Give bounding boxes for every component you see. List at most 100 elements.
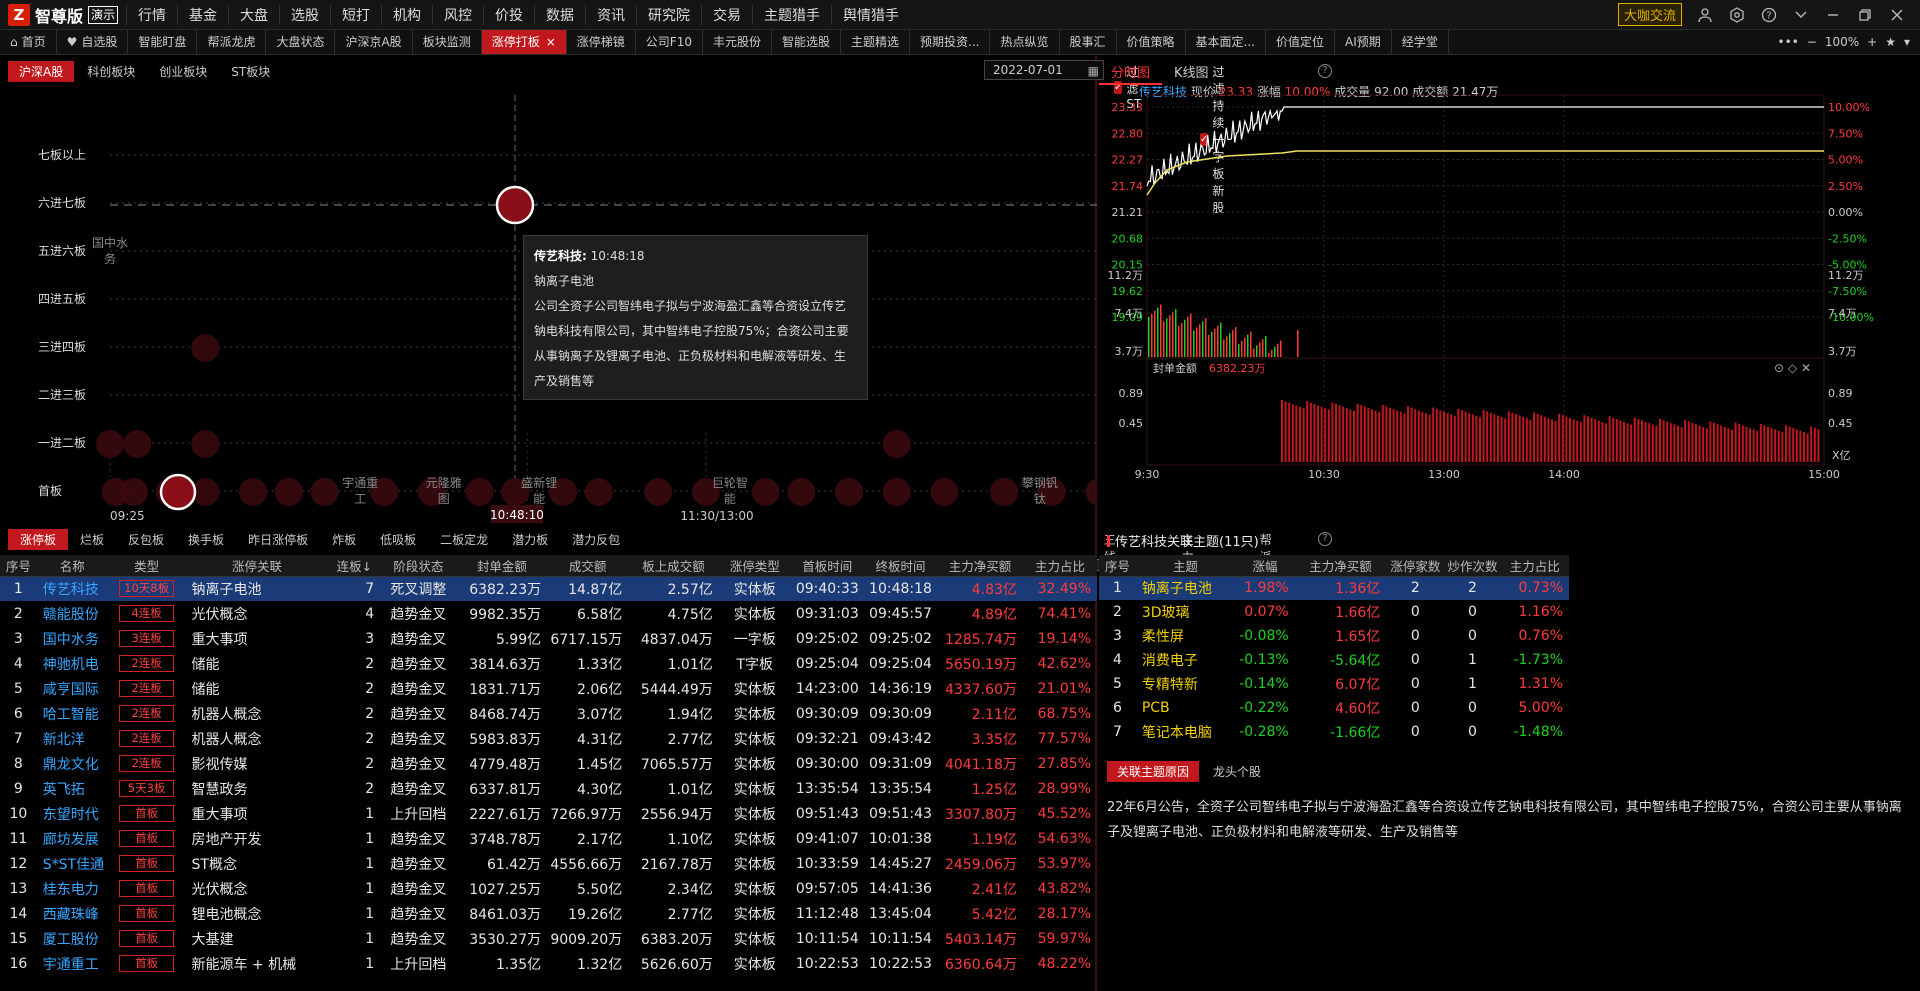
menu-item-4[interactable]: 短打: [330, 4, 381, 25]
theme-column-header[interactable]: 炒作次数: [1444, 555, 1501, 577]
tab-12[interactable]: 主题精选: [841, 30, 911, 54]
stock-bubble[interactable]: [751, 478, 780, 506]
stock-bubble[interactable]: [274, 478, 303, 506]
stock-bubble[interactable]: [465, 478, 494, 506]
table-row[interactable]: 13 桂东电力 首板 光伏概念 1 趋势金叉 1027.25万 5.50亿 2.34亿 实体板 09…: [0, 876, 1097, 901]
panel-tools[interactable]: ⊙ ◇ ✕: [1774, 361, 1811, 375]
menu-item-1[interactable]: 基金: [177, 4, 228, 25]
board-tab-0[interactable]: 涨停板: [8, 529, 69, 550]
stock-name[interactable]: S*ST佳通: [37, 851, 108, 876]
tab-14[interactable]: 热点纵览: [990, 30, 1060, 54]
table-row[interactable]: 14 西藏珠峰 首板 锂电池概念 1 趋势金叉 8461.03万 19.26亿 2.77亿 实体板…: [0, 901, 1097, 926]
tab-4[interactable]: 大盘状态: [266, 30, 336, 54]
theme-cell-1[interactable]: 笔记本电脑: [1136, 720, 1235, 744]
table-row[interactable]: 1 传艺科技 10天8板 钠离子电池 7 死叉调整 6382.23万 14.87亿 2.57亿实…: [0, 576, 1097, 601]
tab-8[interactable]: 涨停梯镜: [567, 30, 636, 54]
table-row[interactable]: 10 东望时代 首板 重大事项 1 上升回档 2227.61万 7266.97万 2556.94…: [0, 801, 1097, 826]
subtab-0[interactable]: 沪深A股: [8, 61, 75, 82]
stock-bubble[interactable]: [191, 430, 220, 458]
tab-19[interactable]: AI预期: [1335, 30, 1392, 54]
menu-item-13[interactable]: 舆情猎手: [831, 4, 910, 25]
stock-bubble[interactable]: [644, 478, 673, 506]
table-row[interactable]: 4 神驰机电 2连板 储能 2 趋势金叉 3814.63万 1.33亿 1.01亿 T字板 09:2…: [0, 651, 1097, 676]
column-header[interactable]: 涨停关联: [185, 555, 329, 577]
stock-name[interactable]: 鼎龙文化: [37, 751, 108, 776]
theme-row[interactable]: 4 消费电子 -0.13% -5.64亿 0 1 -1.73%: [1099, 648, 1569, 672]
board-tab-4[interactable]: 昨日涨停板: [236, 529, 320, 550]
menu-item-11[interactable]: 交易: [701, 4, 752, 25]
tab-6[interactable]: 板块监测: [413, 30, 482, 54]
stock-name[interactable]: 国中水务: [37, 626, 108, 651]
stock-name[interactable]: 东望时代: [37, 801, 108, 826]
star-icon[interactable]: ★: [1885, 35, 1896, 49]
tab-11[interactable]: 智能选股: [772, 30, 842, 54]
menu-item-0[interactable]: 行情: [126, 4, 177, 25]
stock-bubble[interactable]: [123, 430, 152, 458]
restore-icon[interactable]: [1856, 6, 1874, 24]
stock-bubble[interactable]: [787, 478, 816, 506]
subtab-1[interactable]: 科创板块: [76, 61, 146, 82]
column-header[interactable]: 终板时间: [863, 555, 938, 577]
theme-column-header[interactable]: 涨幅: [1235, 555, 1295, 577]
theme-column-header[interactable]: 主题: [1135, 555, 1236, 577]
zoom-in-icon[interactable]: +: [1867, 35, 1877, 49]
tab-5[interactable]: 沪深京A股: [335, 30, 413, 54]
stock-bubble[interactable]: [96, 430, 124, 458]
theme-cell-1[interactable]: 钠离子电池: [1135, 576, 1236, 600]
table-row[interactable]: 5 咸亨国际 2连板 储能 2 趋势金叉 1831.71万 2.06亿 5444.49万 实体板 1…: [0, 676, 1097, 701]
more-icon[interactable]: •••: [1778, 35, 1799, 49]
table-row[interactable]: 3 国中水务 3连板 重大事项 3 趋势金叉 5.99亿 6717.15万 4837.04万 一字…: [0, 626, 1097, 651]
stock-name[interactable]: 神驰机电: [37, 651, 108, 676]
board-tab-9[interactable]: 潜力反包: [560, 529, 632, 550]
table-row[interactable]: 8 鼎龙文化 2连板 影视传媒 2 趋势金叉 4779.48万 1.45亿 7065.57万 实体…: [0, 751, 1097, 776]
tab-7[interactable]: 涨停打板 ×: [481, 30, 567, 54]
column-header[interactable]: 首板时间: [790, 555, 864, 577]
stock-bubble[interactable]: [310, 478, 339, 506]
board-tab-6[interactable]: 低吸板: [368, 529, 428, 550]
stock-bubble[interactable]: [835, 478, 864, 506]
close-icon[interactable]: [1888, 6, 1906, 24]
tab-17[interactable]: 基本面定...: [1186, 30, 1266, 54]
menu-item-10[interactable]: 研究院: [636, 4, 701, 25]
theme-row[interactable]: 2 3D玻璃 0.07% 1.66亿 0 0 1.16%: [1099, 600, 1569, 624]
theme-row[interactable]: 7 笔记本电脑 -0.28% -1.66亿 0 0 -1.48%: [1099, 720, 1569, 744]
column-header[interactable]: 名称: [36, 555, 108, 577]
chart-tab-0[interactable]: 分时图: [1099, 60, 1163, 85]
theme-column-header[interactable]: 序号: [1099, 555, 1136, 577]
stock-name[interactable]: 英飞拓: [37, 776, 108, 801]
stock-name[interactable]: 哈工智能: [37, 701, 108, 726]
subtab-2[interactable]: 创业板块: [148, 61, 218, 82]
tab-13[interactable]: 预期投资...: [910, 30, 991, 54]
stock-name[interactable]: 新北洋: [37, 726, 108, 751]
stock-name[interactable]: 厦工股份: [37, 926, 108, 951]
stock-bubble[interactable]: [584, 478, 613, 506]
stock-bubble[interactable]: [119, 478, 148, 506]
theme-cell-1[interactable]: PCB: [1136, 696, 1235, 720]
tab-9[interactable]: 公司F10: [636, 30, 703, 54]
table-row[interactable]: 11 廊坊发展 首板 房地产开发 1 趋势金叉 3748.78万 2.17亿 1.10亿 实体板 0…: [0, 826, 1097, 851]
reason-tab-1[interactable]: 龙头个股: [1203, 761, 1271, 782]
menu-item-12[interactable]: 主题猎手: [752, 4, 831, 25]
theme-column-header[interactable]: 主力占比: [1500, 555, 1569, 577]
reason-tab-0[interactable]: 关联主题原因: [1107, 761, 1200, 782]
exchange-button[interactable]: 大咖交流: [1617, 3, 1682, 26]
tab-16[interactable]: 价值策略: [1117, 30, 1186, 54]
stock-bubble[interactable]: [882, 478, 911, 506]
date-picker[interactable]: 2022-07-01 ▦: [984, 60, 1104, 80]
board-tab-5[interactable]: 炸板: [320, 529, 368, 550]
settings-icon[interactable]: [1728, 6, 1746, 24]
zoom-out-icon[interactable]: −: [1807, 35, 1817, 49]
column-header[interactable]: 涨停类型: [718, 555, 791, 577]
theme-row[interactable]: 3 柔性屏 -0.08% 1.65亿 0 0 0.76%: [1099, 624, 1569, 648]
column-header[interactable]: 主力净买额: [937, 555, 1023, 577]
close-tab-icon[interactable]: ×: [546, 35, 556, 49]
board-tab-8[interactable]: 潜力板: [500, 529, 560, 550]
menu-item-8[interactable]: 数据: [534, 4, 585, 25]
board-tab-7[interactable]: 二板定龙: [428, 529, 500, 550]
chevron-down-icon[interactable]: ▾: [1904, 35, 1910, 49]
tab-20[interactable]: 经学堂: [1392, 30, 1449, 54]
tab-0[interactable]: ⌂ 首页: [0, 30, 57, 54]
menu-item-3[interactable]: 选股: [279, 4, 330, 25]
calendar-icon[interactable]: ▦: [1088, 62, 1099, 80]
stock-name[interactable]: 传艺科技: [36, 576, 108, 601]
